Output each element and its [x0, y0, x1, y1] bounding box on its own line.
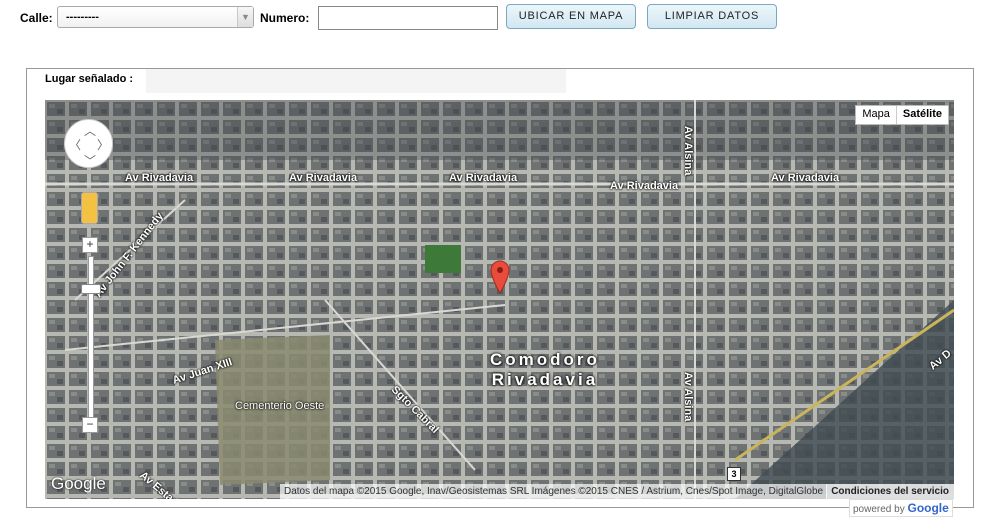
- calle-label: Calle:: [20, 11, 53, 25]
- map-marker-icon[interactable]: [490, 260, 510, 294]
- map-type-satelite-button[interactable]: Satélite: [895, 106, 948, 124]
- street-label-alsina-1: Av Alsina: [682, 126, 694, 176]
- street-label-rivadavia-3: Av Rivadavia: [449, 172, 518, 184]
- powered-by-brand: Google: [907, 501, 949, 515]
- satellite-map[interactable]: Av Rivadavia Av Rivadavia Av Rivadavia A…: [45, 100, 954, 499]
- zoom-slider[interactable]: [88, 256, 94, 418]
- map-type-mapa-button[interactable]: Mapa: [856, 106, 896, 124]
- chevron-down-icon[interactable]: ▼: [237, 7, 253, 27]
- calle-selected-value: ---------: [66, 11, 99, 23]
- lugar-value: [146, 69, 566, 93]
- ubicar-en-mapa-button[interactable]: UBICAR EN MAPA: [506, 4, 636, 29]
- pan-up-icon[interactable]: ︿: [84, 122, 96, 139]
- street-label-alsina-2: Av Alsina: [682, 372, 694, 422]
- route-shield: 3: [727, 467, 741, 481]
- powered-by-text: powered by: [853, 504, 905, 515]
- calle-select[interactable]: --------- ▼: [57, 6, 254, 28]
- powered-by-google: powered by Google: [849, 499, 953, 517]
- street-label-rivadavia-5: Av Rivadavia: [771, 172, 840, 184]
- map-attribution: Datos del mapa ©2015 Google, Inav/Geosis…: [280, 484, 828, 499]
- zoom-slider-thumb[interactable]: [81, 284, 101, 294]
- city-label-line2: Rivadavia: [491, 370, 599, 389]
- zoom-out-button[interactable]: −: [82, 417, 98, 433]
- numero-label: Numero:: [260, 11, 310, 25]
- street-label-rivadavia-2: Av Rivadavia: [289, 172, 358, 184]
- pan-down-icon[interactable]: ﹀: [84, 152, 96, 169]
- lugar-label: Lugar señalado :: [45, 73, 134, 85]
- city-label: Comodoro Rivadavia: [490, 350, 600, 390]
- pan-control[interactable]: ︿ ﹀ 〈 〉: [64, 119, 113, 168]
- pan-left-icon[interactable]: 〈: [69, 136, 81, 153]
- city-label-line1: Comodoro: [490, 350, 600, 369]
- poi-cementerio-oeste: Cementerio Oeste: [235, 400, 325, 412]
- street-label-rivadavia-1: Av Rivadavia: [125, 172, 194, 184]
- pegman-icon[interactable]: [81, 192, 98, 224]
- limpiar-datos-button[interactable]: LIMPIAR DATOS: [647, 4, 777, 29]
- zoom-in-button[interactable]: +: [82, 237, 98, 253]
- street-label-rivadavia-4: Av Rivadavia: [610, 180, 679, 192]
- pan-right-icon[interactable]: 〉: [97, 136, 109, 153]
- terms-of-service-link[interactable]: Condiciones del servicio: [826, 484, 954, 499]
- satellite-imagery: [45, 100, 954, 499]
- numero-input[interactable]: [318, 6, 498, 30]
- map-type-control: Mapa Satélite: [855, 105, 949, 125]
- google-logo: Google: [51, 474, 106, 493]
